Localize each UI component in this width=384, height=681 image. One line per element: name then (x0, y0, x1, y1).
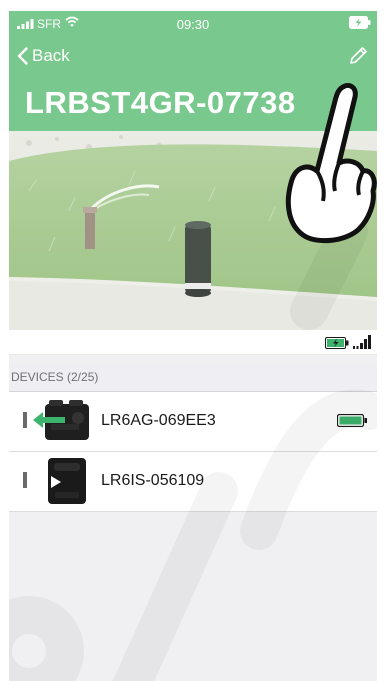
pencil-icon[interactable] (347, 45, 369, 67)
sensor-module-icon (48, 458, 86, 504)
device-row[interactable]: LR6IS-056109 (9, 452, 377, 512)
row-marker-icon (23, 472, 29, 488)
signal-strength-icon (353, 335, 371, 349)
section-title: DEVICES (2/25) (11, 370, 99, 384)
controller-status-bar (9, 330, 377, 354)
battery-full-icon (337, 414, 367, 427)
phone-battery-icon (349, 16, 371, 29)
status-time: 09:30 (176, 17, 210, 32)
page-title: LRBST4GR-07738 (25, 85, 296, 120)
device-row[interactable]: LR6AG-069EE3 (9, 392, 377, 452)
app-screen: SFR 09:30 Back LRBST4GR-07738 DEVICES (2… (9, 11, 377, 681)
back-label: Back (32, 46, 70, 65)
chevron-left-icon (17, 47, 28, 65)
devices-section-header: DEVICES (2/25) (9, 363, 377, 392)
device-name: LR6AG-069EE3 (101, 412, 216, 429)
battery-charging-icon (325, 337, 349, 349)
valve-module-icon (33, 400, 89, 440)
controller-photo (9, 131, 377, 355)
back-button[interactable]: Back (17, 44, 70, 68)
row-marker-icon (23, 412, 29, 428)
ios-status-bar: SFR 09:30 (9, 11, 377, 35)
app-header: SFR 09:30 Back LRBST4GR-07738 (9, 11, 377, 131)
photo-fade (9, 131, 377, 355)
device-name: LR6IS-056109 (101, 472, 205, 489)
